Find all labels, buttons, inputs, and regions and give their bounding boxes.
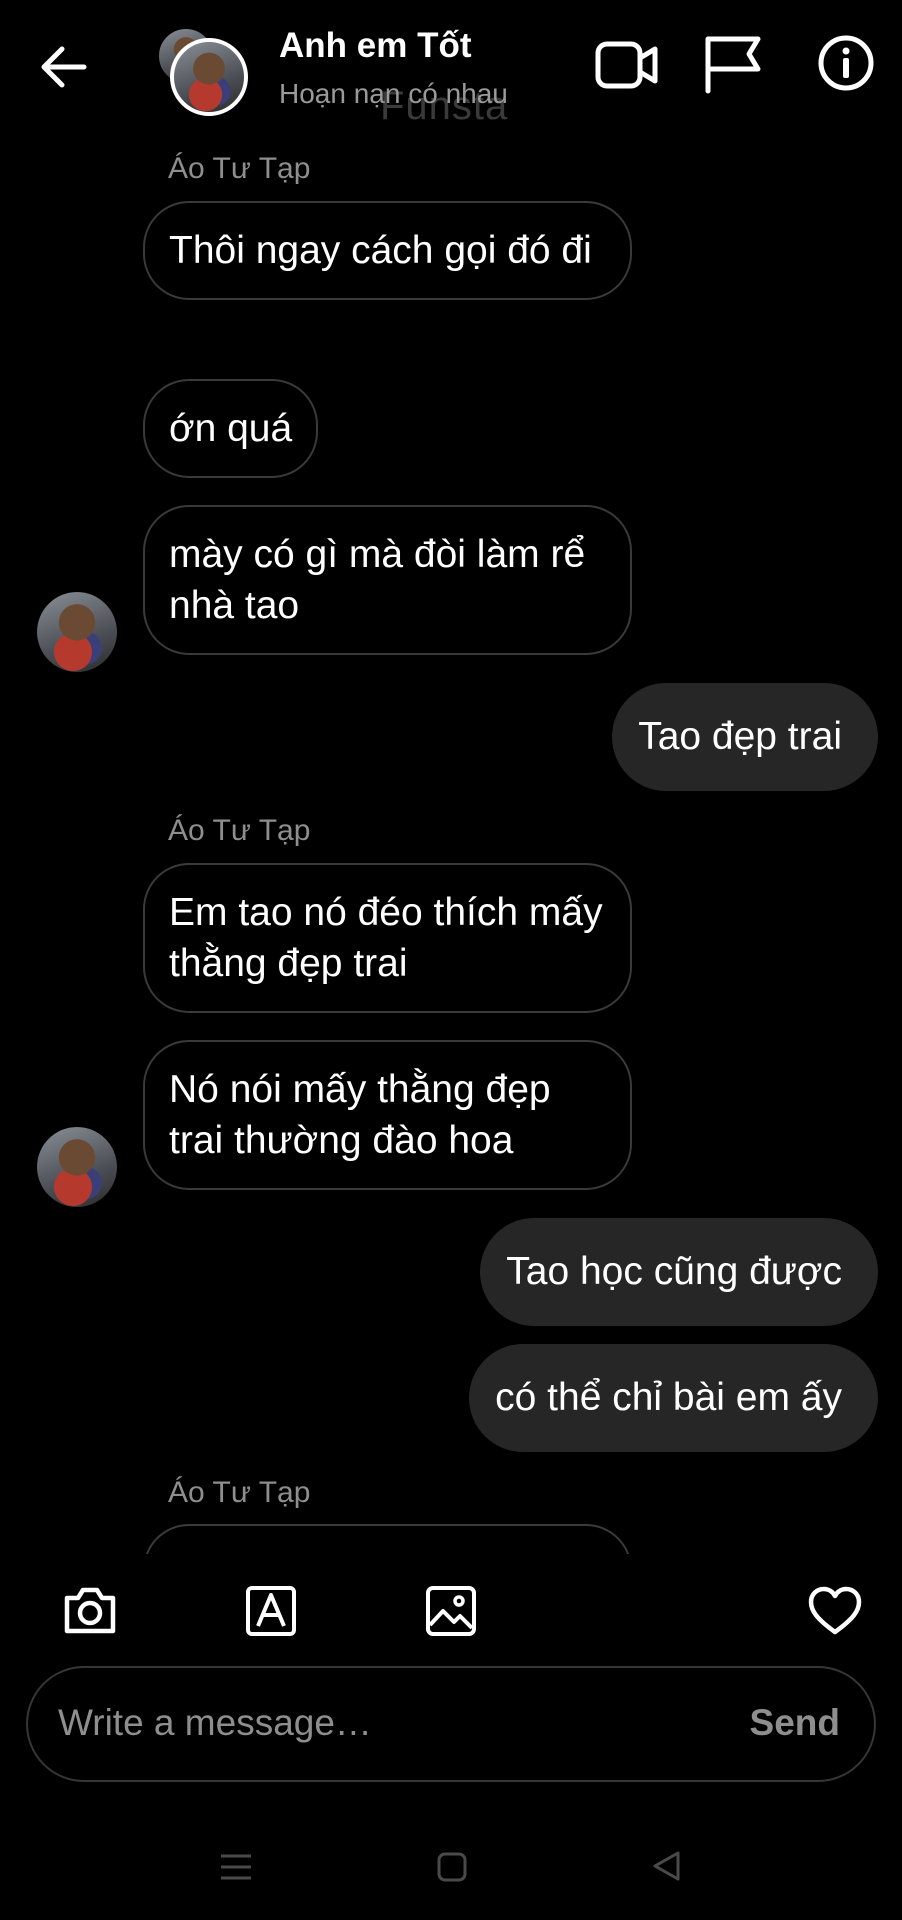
chat-title[interactable]: Anh em Tốt	[279, 26, 471, 66]
back-triangle-icon[interactable]	[650, 1849, 682, 1883]
chat-subtitle: Hoạn nạn có nhau	[279, 78, 508, 109]
sender-name: Áo Tư Tạp	[168, 152, 311, 185]
message-bubble-outgoing[interactable]: Tao học cũng được	[480, 1218, 878, 1326]
sender-name: Áo Tư Tạp	[168, 1476, 311, 1509]
sender-avatar[interactable]	[37, 592, 117, 672]
message-bubble-partial	[143, 1524, 632, 1556]
message-bubble-incoming[interactable]: ớn quá	[143, 379, 319, 478]
list-edge	[0, 1554, 902, 1556]
sender-name: Áo Tư Tạp	[168, 814, 311, 847]
video-call-icon[interactable]	[595, 38, 659, 92]
info-icon[interactable]	[817, 34, 875, 92]
text-style-icon[interactable]	[245, 1585, 297, 1637]
message-bubble-incoming[interactable]: Thôi ngay cách gọi đó đi	[143, 201, 632, 300]
message-bubble-incoming[interactable]: mày có gì mà đòi làm rể nhà tao	[143, 505, 632, 655]
partial-bubble-outline	[143, 1524, 632, 1556]
gallery-icon[interactable]	[425, 1585, 477, 1637]
group-avatar[interactable]	[170, 38, 248, 116]
send-button[interactable]: Send	[750, 1702, 840, 1744]
heart-icon[interactable]	[807, 1585, 863, 1637]
message-input[interactable]: Write a message…	[58, 1702, 372, 1744]
flag-icon[interactable]	[703, 34, 763, 94]
message-bubble-outgoing[interactable]: có thể chỉ bài em ấy	[469, 1344, 878, 1452]
message-bubble-incoming[interactable]: Nó nói mấy thằng đẹp trai thường đào hoa	[143, 1040, 632, 1190]
camera-icon[interactable]	[62, 1584, 118, 1636]
message-bubble-incoming[interactable]: Em tao nó đéo thích mấy thằng đẹp trai	[143, 863, 632, 1013]
sender-avatar[interactable]	[37, 1127, 117, 1207]
home-icon[interactable]	[436, 1851, 468, 1883]
message-bubble-outgoing[interactable]: Tao đẹp trai	[612, 683, 878, 791]
back-arrow-icon[interactable]	[38, 45, 88, 89]
menu-icon[interactable]	[219, 1852, 253, 1882]
